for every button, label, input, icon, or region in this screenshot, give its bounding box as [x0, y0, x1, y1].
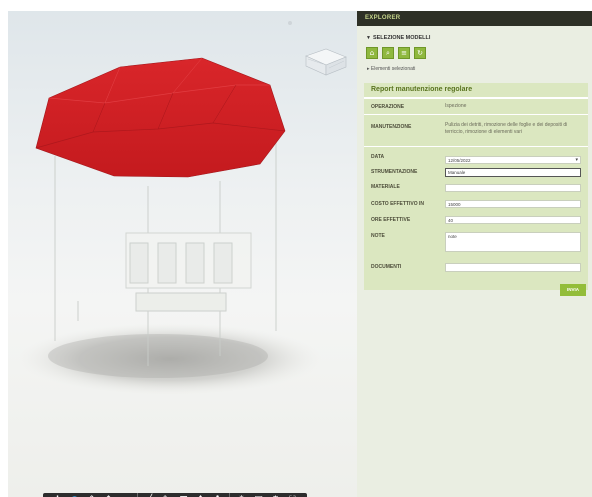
compass-dot	[288, 21, 292, 25]
toolbar-group: ╱✎■✥✤	[137, 493, 229, 497]
list-icon: ≡	[401, 49, 407, 57]
selected-elements-link[interactable]: ▸ Elementi selezionati	[367, 66, 415, 72]
note-textarea[interactable]: note	[445, 232, 581, 252]
expand-triangle-icon: ▼	[366, 35, 371, 41]
data-label: DATA	[371, 154, 385, 160]
refresh-icon: ↻	[417, 49, 423, 57]
3d-model-canvas[interactable]	[8, 11, 357, 497]
report-title: Report manutenzione regolare	[371, 86, 473, 93]
strumentazione-label: STRUMENTAZIONE	[371, 169, 418, 175]
costo-field[interactable]: 15000	[445, 200, 581, 208]
selected-elements-label: Elementi selezionati	[370, 66, 416, 72]
row-divider	[364, 114, 588, 115]
materiale-label: MATERIALE	[371, 184, 400, 190]
operazione-label: OPERAZIONE	[371, 104, 405, 110]
report-title-divider	[364, 97, 588, 99]
model-selection-title: SELEZIONE MODELLI	[372, 35, 431, 41]
view-cube[interactable]	[305, 48, 347, 76]
panel-header: EXPLORER	[357, 11, 592, 26]
toolbar-group: ⁂▤⚙⛶	[229, 493, 304, 497]
3d-viewport[interactable]: ✢●⇕↕▬╱✎■✥✤⁂▤⚙⛶	[8, 11, 357, 497]
ground-shadow-core	[48, 334, 268, 378]
manutenzione-value: Pulizia dei detriti, rimozione delle fog…	[445, 122, 568, 135]
strumentazione-field[interactable]: Manuale	[445, 168, 581, 177]
costo-label: COSTO EFFETTIVO IN	[371, 201, 424, 207]
data-select[interactable]: 12/05/2022	[445, 156, 581, 164]
zoom-button[interactable]: ⌕	[382, 47, 394, 59]
ore-label: ORE EFFETTIVE	[371, 217, 411, 223]
row-divider	[364, 146, 588, 147]
explorer-panel: EXPLORER ▼ SELEZIONE MODELLI ⌂ ⌕ ≡ ↻ ▸ El…	[357, 11, 592, 497]
list-button[interactable]: ≡	[398, 47, 410, 59]
home-icon: ⌂	[369, 49, 375, 57]
documenti-label: DOCUMENTI	[371, 264, 402, 270]
refresh-button[interactable]: ↻	[414, 47, 426, 59]
materiale-field[interactable]	[445, 184, 581, 192]
documenti-field[interactable]	[445, 263, 581, 272]
maintenance-report-form: Report manutenzione regolare OPERAZIONE …	[364, 83, 588, 290]
toolbar-group: ✢●⇕↕▬	[46, 493, 137, 497]
viewer-toolbar: ✢●⇕↕▬╱✎■✥✤⁂▤⚙⛶	[43, 493, 307, 497]
note-label: NOTE	[371, 233, 385, 239]
send-button[interactable]: INVIA	[560, 284, 586, 296]
home-button[interactable]: ⌂	[366, 47, 378, 59]
ore-field[interactable]: 40	[445, 216, 581, 224]
roof-model[interactable]	[35, 57, 286, 178]
operazione-value: Ispezione	[445, 103, 467, 109]
model-selection-toggle[interactable]: ▼ SELEZIONE MODELLI	[366, 35, 430, 41]
manutenzione-label: MANUTENZIONE	[371, 124, 412, 130]
zoom-icon: ⌕	[386, 49, 390, 57]
